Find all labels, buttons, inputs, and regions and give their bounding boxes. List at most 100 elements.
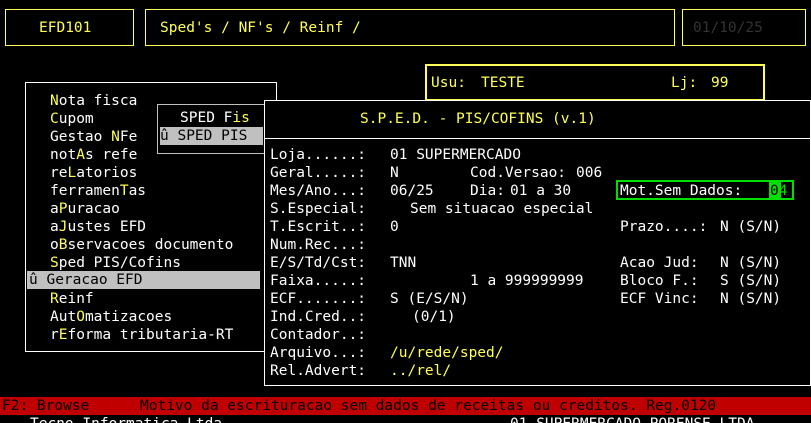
date-text: 01/10/25	[693, 20, 763, 36]
menu-item-text: forma tributaria-RT	[67, 327, 234, 343]
numrec-label: Num.Rec...:	[270, 237, 367, 253]
menu-item-text: not	[50, 147, 77, 163]
mot-sem-dados-digit-2: 4	[778, 183, 788, 199]
menu-item-apuracao[interactable]: aPuracao	[50, 200, 120, 218]
reladvert-label: Rel.Advert:	[270, 363, 367, 379]
menu-item-hotkey: N	[50, 93, 59, 109]
menu-item-hotkey: S	[50, 255, 59, 271]
loja-label: Loja......:	[270, 147, 367, 163]
ecf-field[interactable]: S (E/S/N)	[390, 290, 469, 308]
menu-item-reinf[interactable]: Reinf	[50, 290, 94, 308]
ecfvinc-field[interactable]: N (S/N)	[720, 290, 781, 308]
status-browse-key[interactable]: F2: Browse	[2, 397, 89, 415]
dia-label: Dia:	[470, 183, 505, 199]
menu-item-reforma-tributaria[interactable]: rEforma tributaria-RT	[50, 326, 233, 344]
menu-item-hotkey: L	[67, 165, 77, 181]
status-message: Motivo da escrituracao sem dados de rece…	[140, 398, 717, 414]
mot-sem-dados-digit-1: 0	[770, 183, 779, 199]
menu-item-text: a	[50, 201, 59, 217]
mesano-field[interactable]: 06/25	[390, 182, 434, 200]
tescrit-field[interactable]: 0	[390, 218, 399, 236]
menu-item-text: upom	[58, 111, 94, 127]
menu-item-hotkey: A	[76, 147, 85, 163]
ecfvinc-label: ECF Vinc:	[620, 291, 699, 307]
menu-item-text: servacoes documento	[67, 237, 234, 253]
menu-item-text: matizacoes	[84, 309, 173, 325]
menu-item-label: û Geracao EFD	[29, 272, 143, 288]
menu-item-text: uracao	[67, 201, 120, 217]
menu-item-ajustes-efd[interactable]: aJustes EFD	[50, 218, 146, 236]
menu-item-hotkey: T	[119, 183, 129, 199]
menu-item-hotkey: N	[111, 129, 120, 145]
user-info-box: Usu: TESTE Lj: 99	[425, 64, 765, 101]
faixa-field[interactable]: 1 a 999999999	[470, 272, 584, 290]
codversao-label: Cod.Versao:	[470, 165, 567, 181]
mesano-label: Mes/Ano...:	[270, 183, 367, 199]
mot-sem-dados-field[interactable]: 04	[770, 182, 787, 200]
indcred-field[interactable]: (0/1)	[412, 308, 456, 326]
submenu-item-sped-pis[interactable]: û SPED PIS	[160, 127, 263, 145]
submenu-item-sped-fiscal[interactable]: SPED Fis	[180, 109, 250, 127]
dialog-title: S.P.E.D. - PIS/COFINS (v.1)	[360, 111, 596, 127]
reladvert-field[interactable]: ../rel/	[390, 362, 451, 380]
dia-field[interactable]: 01 a 30	[510, 182, 571, 200]
submenu-item-label: û SPED PIS	[160, 128, 248, 144]
user-label: Usu:	[431, 75, 466, 91]
menu-item-text: s refe	[84, 147, 138, 163]
menu-item-text: re	[50, 165, 68, 181]
loja-field[interactable]: 01 SUPERMERCADO	[390, 146, 521, 164]
breadcrumb: Sped's / NF's / Reinf /	[145, 9, 675, 46]
menu-item-geracao-efd[interactable]: û Geracao EFD	[27, 271, 260, 289]
faixa-label: Faixa.....:	[270, 273, 367, 289]
sespecial-label: S.Especial:	[270, 201, 367, 217]
codversao-field[interactable]: 006	[576, 164, 602, 182]
menu-item-automatizacoes[interactable]: AutOmatizacoes	[50, 308, 172, 326]
acaojud-field[interactable]: N (S/N)	[720, 254, 781, 272]
program-code: EFD101	[39, 20, 92, 36]
menu-item-text: ped PIS/Cofins	[58, 255, 181, 271]
menu-item-text: Aut	[50, 309, 77, 325]
submenu-item-hotkey: is	[232, 110, 250, 126]
store-number: 99	[711, 75, 729, 91]
date-box: 01/10/25	[682, 9, 806, 46]
menu-item-text: ota fisca	[58, 93, 138, 109]
menu-item-text: r	[50, 327, 59, 343]
menu-item-cupom[interactable]: Cupom	[50, 110, 94, 128]
menu-item-text: ustes EFD	[67, 219, 147, 235]
store-label: Lj:	[671, 75, 698, 91]
mot-sem-dados-label: Mot.Sem Dados:	[620, 183, 743, 199]
menu-item-gestao-nfe[interactable]: Gestao NFe	[50, 128, 137, 146]
menu-item-nota-fiscal[interactable]: Nota fisca	[50, 92, 137, 110]
user-name: TESTE	[481, 75, 525, 91]
menu-item-text: o	[50, 237, 59, 253]
menu-item-relatorios[interactable]: reLatorios	[50, 164, 137, 182]
prazo-label: Prazo....:	[620, 219, 708, 235]
estdcst-field[interactable]: TNN	[390, 254, 416, 272]
acaojud-label: Acao Jud:	[620, 255, 699, 271]
menu-item-observacoes-documento[interactable]: oBservacoes documento	[50, 236, 233, 254]
tescrit-label: T.Escrit..:	[270, 219, 367, 235]
menu-item-text: as	[128, 183, 147, 199]
contador-label: Contador..:	[270, 327, 367, 343]
menu-item-hotkey: R	[50, 291, 59, 307]
submenu-item-label: SPED F	[180, 110, 233, 126]
blocof-field[interactable]: S (S/N)	[720, 272, 781, 290]
arquivo-field[interactable]: /u/rede/sped/	[390, 344, 504, 362]
program-code-box: EFD101	[5, 9, 134, 46]
prazo-field[interactable]: N (S/N)	[720, 218, 781, 236]
dialog-title-separator	[264, 138, 811, 139]
status-bar: F2: Browse Motivo da escrituracao sem da…	[0, 397, 811, 415]
menu-item-text: a	[50, 219, 59, 235]
menu-item-ferramentas[interactable]: ferramenTas	[50, 182, 146, 200]
sespecial-field[interactable]: Sem situacao especial	[410, 200, 593, 218]
menu-item-text: atorios	[76, 165, 138, 181]
breadcrumb-text: Sped's / NF's / Reinf /	[160, 20, 361, 36]
menu-item-hotkey: O	[76, 309, 85, 325]
menu-item-notas-referenciadas[interactable]: notAs refe	[50, 146, 137, 164]
menu-item-sped-pis-cofins[interactable]: Sped PIS/Cofins	[50, 254, 181, 272]
geral-field[interactable]: N	[390, 164, 399, 182]
geral-label: Geral.....:	[270, 165, 367, 181]
menu-item-text: einf	[58, 291, 94, 307]
menu-item-text: Gestao	[50, 129, 112, 145]
arquivo-label: Arquivo...:	[270, 345, 367, 361]
